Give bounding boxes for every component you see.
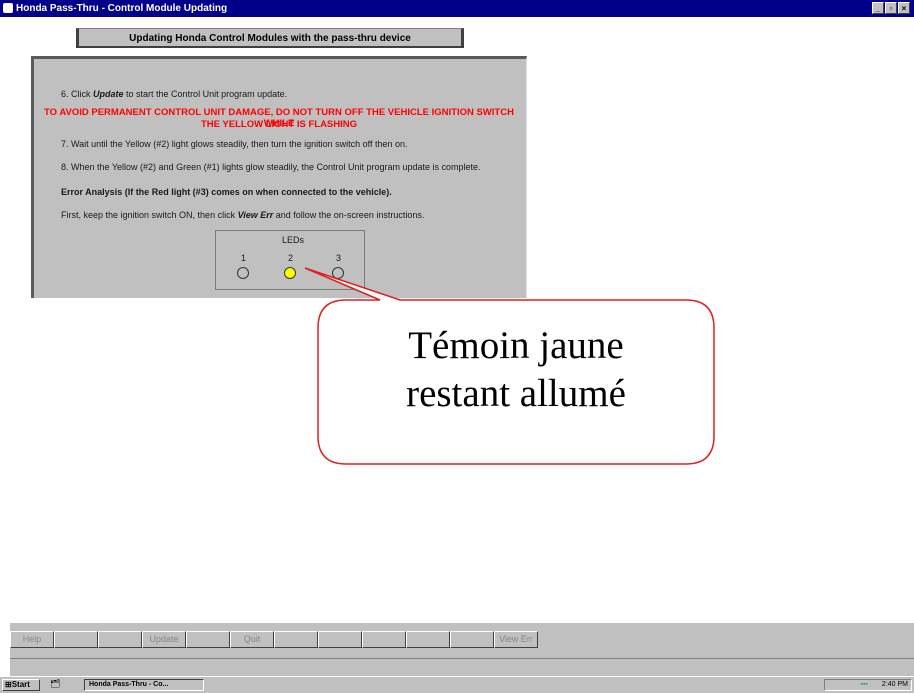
callout-line-1: Témoin jaune: [408, 324, 624, 367]
start-label: Start: [11, 680, 30, 689]
bottom-toolbar: Help Update Quit View Err: [10, 622, 914, 658]
toolbar-blank-button-1[interactable]: [54, 631, 98, 648]
help-button[interactable]: Help: [10, 631, 54, 648]
tray-icons: ▪▪▪: [860, 681, 868, 688]
quit-button[interactable]: Quit: [230, 631, 274, 648]
callout-line-2: restant allumé: [406, 372, 626, 415]
status-bar: [10, 658, 914, 676]
system-tray: ▪▪▪ 2:40 PM: [824, 679, 912, 691]
start-button[interactable]: ⊞Start: [2, 679, 40, 691]
taskbar-item-honda[interactable]: Honda Pass-Thru - Co...: [84, 679, 204, 691]
callout-text: Témoin jaune restant allumé: [318, 322, 714, 418]
toolbar-blank-button-4[interactable]: [274, 631, 318, 648]
taskbar: ⊞Start 🗂 Honda Pass-Thru - Co... ▪▪▪ 2:40…: [0, 676, 914, 693]
toolbar-blank-button-7[interactable]: [406, 631, 450, 648]
windows-logo-icon: ⊞: [5, 680, 12, 689]
update-button[interactable]: Update: [142, 631, 186, 648]
clock: 2:40 PM: [881, 681, 908, 688]
toolbar-blank-button-3[interactable]: [186, 631, 230, 648]
view-err-button[interactable]: View Err: [494, 631, 538, 648]
quick-launch-icon[interactable]: 🗂: [50, 679, 60, 688]
toolbar-blank-button-6[interactable]: [362, 631, 406, 648]
toolbar-blank-button-2[interactable]: [98, 631, 142, 648]
toolbar-blank-button-8[interactable]: [450, 631, 494, 648]
toolbar-blank-button-5[interactable]: [318, 631, 362, 648]
